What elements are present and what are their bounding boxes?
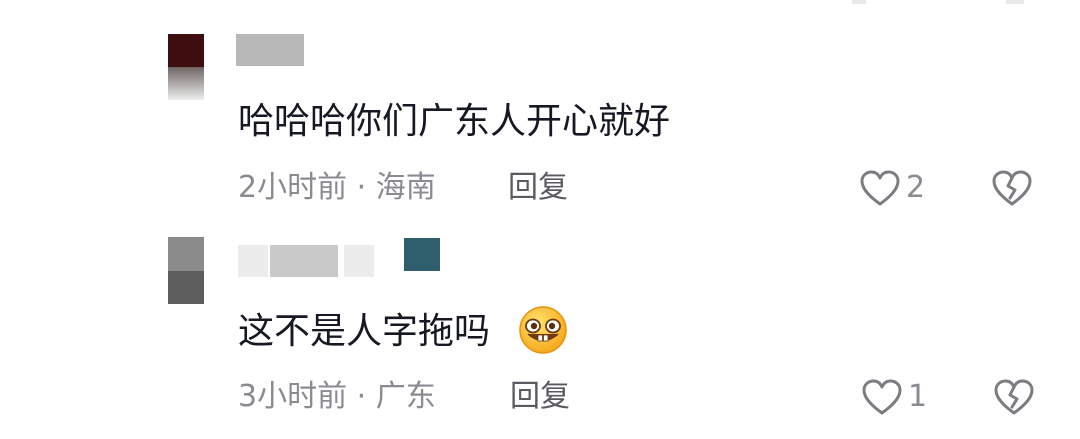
username-redacted[interactable] [238, 245, 268, 277]
avatar[interactable] [168, 237, 204, 304]
comment-item: 这不是人字拖吗 3小时前 · 广东 回复 1 [0, 225, 1080, 425]
reply-button[interactable]: 回复 [508, 168, 568, 208]
heart-outline-icon[interactable] [860, 170, 900, 208]
comment-text: 这不是人字拖吗 [238, 311, 491, 352]
comment-meta: 2小时前 · 海南 [238, 170, 436, 205]
username-redacted[interactable] [236, 34, 304, 66]
comment-item: 哈哈哈你们广东人开心就好 2小时前 · 海南 回复 2 [0, 20, 1080, 220]
broken-heart-icon[interactable] [994, 379, 1034, 417]
username-redacted[interactable] [270, 245, 338, 277]
like-count: 1 [908, 379, 928, 414]
comment-text: 哈哈哈你们广东人开心就好 [238, 101, 671, 142]
user-badge-redacted [404, 238, 440, 271]
avatar[interactable] [168, 34, 204, 100]
heart-outline-icon[interactable] [862, 379, 902, 417]
like-count: 2 [906, 170, 926, 205]
broken-heart-icon[interactable] [992, 170, 1032, 208]
username-redacted[interactable] [344, 245, 374, 277]
previous-item-edge-left [852, 0, 866, 4]
comment-meta: 3小时前 · 广东 [238, 379, 436, 414]
grinning-buck-teeth-emoji [519, 306, 567, 354]
reply-button[interactable]: 回复 [510, 377, 570, 417]
previous-item-edge-right [1006, 0, 1024, 4]
